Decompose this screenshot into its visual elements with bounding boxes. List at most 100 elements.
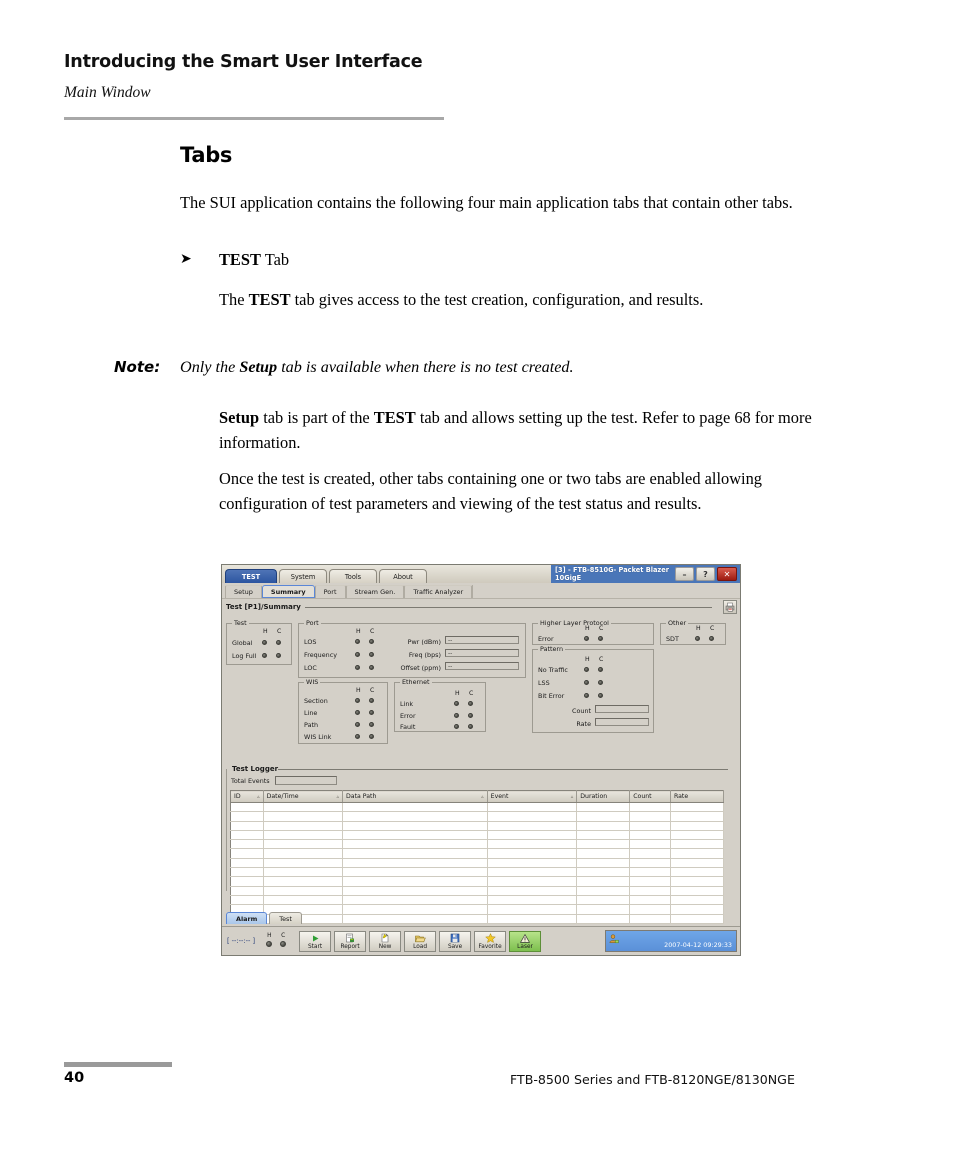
column-header-datetime[interactable]: Date/Time ▵ — [263, 790, 344, 803]
folder-open-icon — [414, 933, 426, 944]
table-row[interactable] — [230, 858, 725, 869]
table-cell — [487, 886, 578, 896]
sub-tab-traffic-analyzer[interactable]: Traffic Analyzer — [404, 585, 473, 598]
group-port-row-frequency: Frequency — [304, 651, 338, 659]
laser-button[interactable]: Laser — [509, 930, 542, 952]
group-port-legend: Port — [304, 619, 321, 627]
table-row[interactable] — [230, 802, 725, 813]
field-pwr[interactable]: -- — [445, 636, 519, 644]
group-test-h-header: H — [263, 628, 269, 635]
led-eth-link-h — [454, 701, 459, 706]
minimize-button[interactable]: – — [675, 567, 694, 581]
led-global-h — [262, 640, 267, 645]
main-tab-strip: TEST System Tools About — [222, 565, 429, 583]
favorite-button[interactable]: Favorite — [474, 930, 507, 952]
table-row[interactable] — [230, 811, 725, 822]
group-pattern-h-header: H — [585, 656, 591, 663]
group-ethernet-h-header: H — [455, 690, 461, 697]
test-logger-legend: Test Logger — [230, 765, 281, 773]
table-cell — [263, 839, 344, 850]
field-offset[interactable]: -- — [445, 662, 519, 670]
table-row[interactable] — [230, 895, 725, 906]
application-screenshot: TEST System Tools About [3] - FTB-8510G-… — [221, 564, 741, 956]
table-row[interactable] — [230, 867, 725, 878]
intro-paragraph: The SUI application contains the followi… — [180, 193, 793, 212]
section-title: Tabs — [180, 143, 233, 167]
table-row[interactable] — [230, 821, 725, 831]
title-bar: TEST System Tools About [3] - FTB-8510G-… — [222, 565, 740, 583]
field-count[interactable] — [595, 705, 649, 713]
table-row[interactable] — [230, 839, 725, 850]
play-icon — [311, 933, 320, 944]
bullet-text: TEST Tab — [219, 250, 289, 270]
status-timestamp: 2007-04-12 09:29:33 — [664, 941, 732, 949]
table-row[interactable] — [230, 830, 725, 841]
start-button[interactable]: Start — [299, 930, 332, 952]
sub-tab-summary[interactable]: Summary — [261, 585, 315, 598]
table-cell — [487, 802, 578, 813]
col-label-count: Count — [633, 793, 652, 800]
test-logger: Test Logger Total Events ID ▵ Date/Time ▵ … — [226, 765, 730, 924]
table-cell — [342, 867, 488, 878]
load-button[interactable]: Load — [404, 930, 437, 952]
column-header-duration[interactable]: Duration — [576, 790, 631, 803]
sub-tab-port[interactable]: Port — [314, 585, 346, 598]
title-bar-right: [3] - FTB-8510G- Packet Blazer 10GigE – … — [551, 565, 740, 583]
led-logfull-c — [276, 653, 281, 658]
table-cell — [576, 895, 631, 906]
close-button[interactable]: ✕ — [717, 567, 737, 581]
column-header-event[interactable]: Event ▵ — [487, 790, 578, 803]
report-button[interactable]: Report — [334, 930, 367, 952]
table-cell — [263, 867, 344, 878]
main-tab-about[interactable]: About — [379, 569, 427, 583]
table-cell — [576, 839, 631, 850]
field-freq[interactable]: -- — [445, 649, 519, 657]
total-events-field[interactable] — [274, 776, 337, 785]
field-rate[interactable] — [595, 718, 649, 726]
group-port-row-los: LOS — [304, 638, 317, 646]
group-wis-h-header: H — [356, 687, 362, 694]
table-row[interactable] — [230, 886, 725, 896]
group-other: Other H C SDT — [660, 620, 726, 645]
table-cell — [670, 848, 725, 859]
table-row[interactable] — [230, 904, 725, 915]
table-cell — [576, 904, 631, 915]
bullet-suffix: Tab — [260, 250, 290, 269]
main-tab-system[interactable]: System — [279, 569, 327, 583]
sub-tab-stream-gen[interactable]: Stream Gen. — [345, 585, 405, 598]
table-cell — [342, 821, 488, 831]
group-wis-row-wis-link: WIS Link — [304, 733, 332, 741]
save-button[interactable]: Save — [439, 930, 472, 952]
column-header-datapath[interactable]: Data Path ▵ — [342, 790, 488, 803]
table-cell — [263, 821, 344, 831]
col-label-datapath: Data Path — [346, 793, 377, 800]
help-button[interactable]: ? — [696, 567, 715, 581]
sub-tab-setup[interactable]: Setup — [225, 585, 262, 598]
bottom-tab-test[interactable]: Test — [269, 912, 302, 924]
toolbar-buttons: Start Report New Load Save Favorite Lase… — [299, 930, 542, 952]
column-header-rate[interactable]: Rate — [670, 790, 725, 803]
table-row[interactable] — [230, 876, 725, 887]
column-header-id[interactable]: ID ▵ — [230, 790, 264, 803]
table-row[interactable] — [230, 914, 725, 924]
led-hlp-error-c — [598, 636, 603, 641]
print-report-icon[interactable] — [723, 600, 737, 614]
led-frequency-h — [355, 652, 360, 657]
bottom-tab-alarm[interactable]: Alarm — [226, 912, 268, 924]
table-cell — [576, 802, 631, 813]
group-pattern: Pattern H C No Traffic LSS Bit Error Cou… — [532, 646, 654, 733]
group-port-h-header: H — [356, 628, 362, 635]
led-wislink-c — [369, 734, 374, 739]
window-title-line1: [3] - FTB-8510G- Packet Blazer — [555, 566, 669, 574]
sub-tab-filler — [472, 585, 740, 598]
led-wislink-h — [355, 734, 360, 739]
main-tab-tools[interactable]: Tools — [329, 569, 377, 583]
col-label-duration: Duration — [580, 793, 608, 800]
table-row[interactable] — [230, 848, 725, 859]
setup-paragraph: Setup tab is part of the TEST tab and al… — [219, 405, 819, 455]
main-tab-test[interactable]: TEST — [225, 569, 277, 583]
new-button[interactable]: New — [369, 930, 402, 952]
table-cell — [263, 858, 344, 869]
column-header-count[interactable]: Count — [629, 790, 671, 803]
new-button-label: New — [378, 943, 392, 950]
